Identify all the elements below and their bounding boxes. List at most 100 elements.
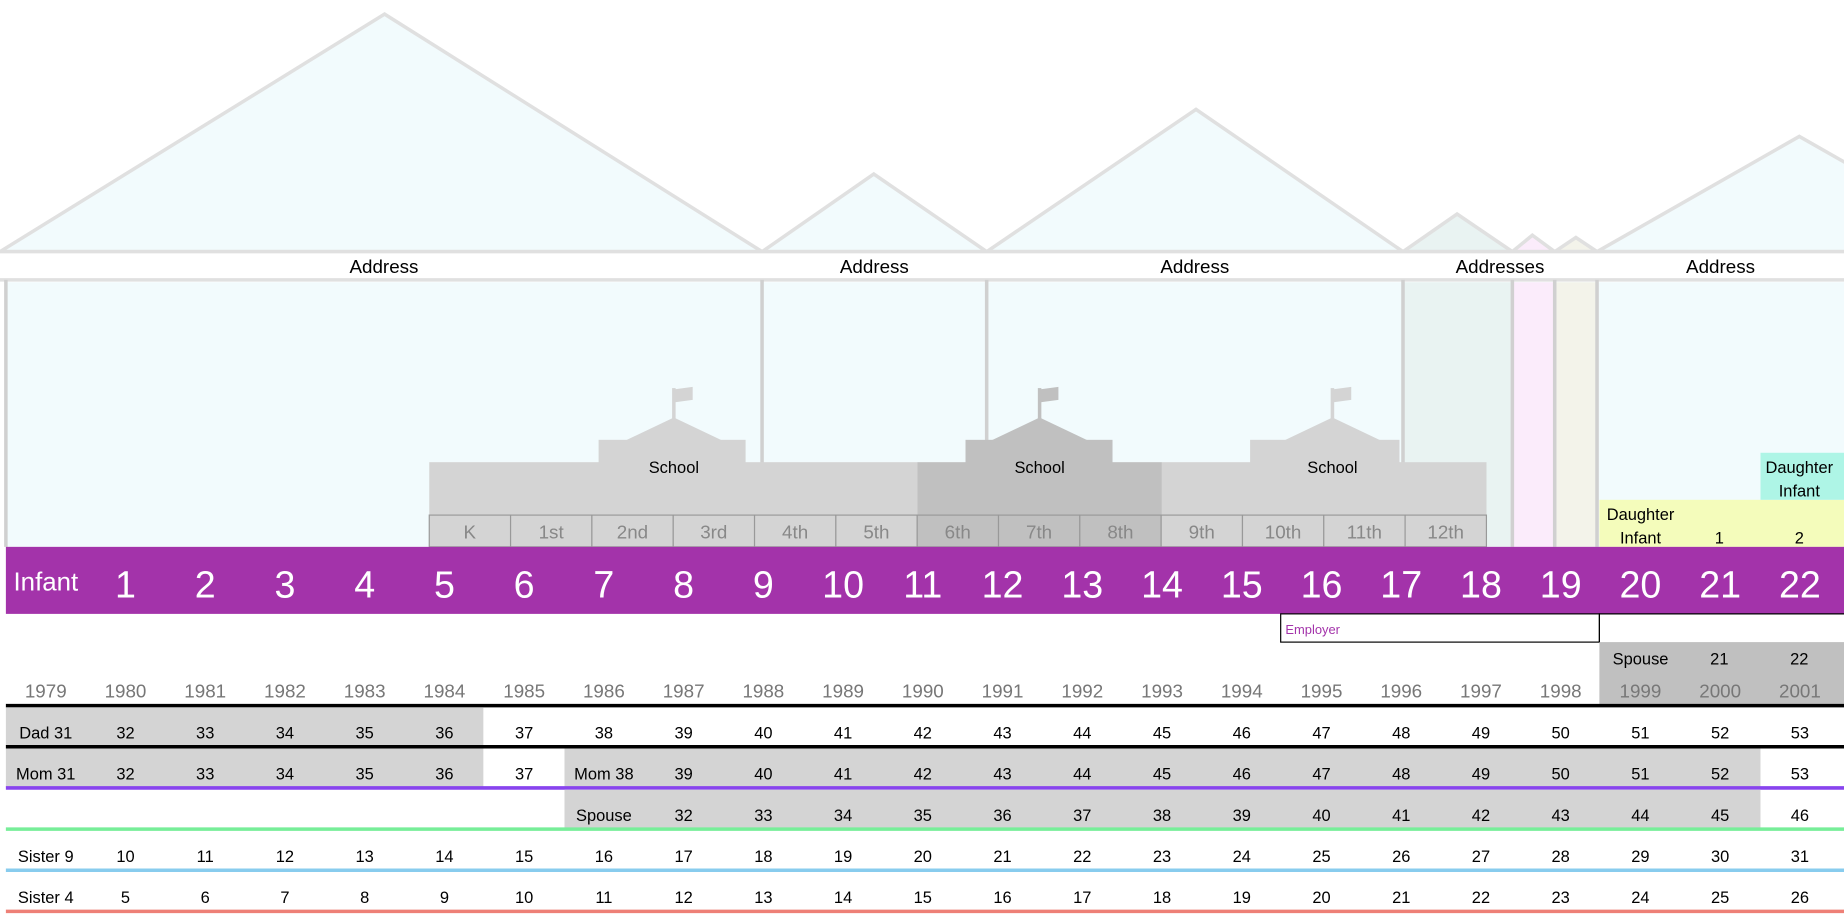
age-label: 3 [274, 563, 295, 605]
mom-age-cell: 50 [1552, 766, 1570, 784]
year-label: 1988 [742, 680, 784, 701]
sister-9-age-cell: 26 [1392, 848, 1410, 866]
sister-4-age-cell: 22 [1472, 889, 1490, 907]
mom-age-cell: 51 [1631, 766, 1649, 784]
age-label: 16 [1301, 563, 1343, 605]
sister-4-age-cell: 6 [201, 889, 210, 907]
mountain-roof [1397, 211, 1519, 254]
mom-age-cell: 48 [1392, 766, 1410, 784]
age-label: 19 [1540, 563, 1582, 605]
spouse-age-cell: 43 [1552, 807, 1570, 825]
dad-age-cell: 36 [435, 725, 453, 743]
grade-label: 12th [1427, 522, 1464, 543]
mom-age-cell: 52 [1711, 766, 1729, 784]
mom-age-cell: 37 [515, 766, 533, 784]
spouse-age-cell: 45 [1711, 807, 1729, 825]
spouse-age-cell: 46 [1791, 807, 1809, 825]
year-label: 1986 [583, 680, 625, 701]
age-label: 14 [1141, 563, 1183, 605]
grade-label: 7th [1026, 522, 1052, 543]
sister-4-age-cell: 7 [280, 889, 289, 907]
address-subpanel [1512, 282, 1555, 547]
mountain-roof [980, 107, 1409, 254]
address-subpanel [1554, 282, 1598, 547]
year-label: 1981 [184, 680, 226, 701]
dad-age-cell: 34 [276, 725, 294, 743]
dad-age-cell: 52 [1711, 725, 1729, 743]
daughter-1-label: Daughter [1607, 506, 1675, 524]
flag-icon [675, 386, 693, 403]
year-label: 1998 [1540, 680, 1582, 701]
spouse-age-cell: 35 [914, 807, 932, 825]
sister-9-age-cell: 27 [1472, 848, 1490, 866]
mountain-roof [1548, 235, 1603, 254]
dad-age-cell: 44 [1073, 725, 1091, 743]
sister-9-age-cell: 25 [1312, 848, 1330, 866]
dad-age-cell: 41 [834, 725, 852, 743]
age-label: Infant [14, 568, 79, 596]
spouse-age-cell: 40 [1312, 807, 1330, 825]
dad-age-cell: 43 [993, 725, 1011, 743]
dad-age-cell: 37 [515, 725, 533, 743]
sister-4-age-cell: 24 [1631, 889, 1649, 907]
year-label: 1982 [264, 680, 306, 701]
sister-9-age-cell: 29 [1631, 848, 1649, 866]
sister-4-age-cell: Sister 4 [18, 889, 74, 907]
address-label: Address [1686, 256, 1755, 277]
mom-age-cell: Mom 38 [574, 766, 633, 784]
daughter-1-age: Infant [1620, 529, 1662, 547]
sister-9-age-cell: 22 [1073, 848, 1091, 866]
sister-4-age-cell: 10 [515, 889, 533, 907]
flag-icon [1333, 386, 1352, 403]
mountain-roof [756, 171, 993, 254]
age-label: 1 [115, 563, 136, 605]
daughter-2-age: Infant [1779, 482, 1821, 500]
dad-age-cell: 39 [674, 725, 692, 743]
sister-9-age-cell: 12 [276, 848, 294, 866]
sister-9-age-cell: 15 [515, 848, 533, 866]
spouse-age-cell: 34 [834, 807, 852, 825]
age-label: 21 [1699, 563, 1741, 605]
age-label: 20 [1620, 563, 1662, 605]
age-label: 5 [434, 563, 455, 605]
dad-age-cell: 49 [1472, 725, 1490, 743]
sister-4-age-cell: 25 [1711, 889, 1729, 907]
address-bar [0, 251, 1844, 280]
sister-4-age-cell: 21 [1392, 889, 1410, 907]
grade-label: 8th [1107, 522, 1133, 543]
daughter-1-age: 2 [1795, 529, 1804, 547]
dad-age-cell: 38 [595, 725, 613, 743]
year-label: 1984 [424, 680, 466, 701]
sister-9-age-cell: 28 [1552, 848, 1570, 866]
age-label: 17 [1380, 563, 1422, 605]
grade-label: 9th [1189, 522, 1215, 543]
age-label: 18 [1460, 563, 1502, 605]
mom-age-cell: 46 [1233, 766, 1251, 784]
mom-age-cell: 49 [1472, 766, 1490, 784]
grade-label: 6th [945, 522, 971, 543]
dad-age-cell: 53 [1791, 725, 1809, 743]
mom-age-cell: 42 [914, 766, 932, 784]
sister-9-age-cell: 30 [1711, 848, 1729, 866]
school-label: School [1307, 459, 1357, 477]
sister-9-age-cell: 24 [1233, 848, 1251, 866]
sister-4-age-cell: 5 [121, 889, 130, 907]
mom-age-cell: 39 [674, 766, 692, 784]
sister-9-age-cell: 11 [197, 848, 214, 866]
mom-age-cell: 36 [435, 766, 453, 784]
dad-age-cell: Dad 31 [19, 725, 72, 743]
sister-9-age-cell: 19 [834, 848, 852, 866]
spouse-label: Spouse [1613, 650, 1669, 668]
school-label: School [1014, 459, 1064, 477]
year-label: 1994 [1221, 680, 1263, 701]
year-label: 1989 [822, 680, 864, 701]
sister-4-age-cell: 9 [440, 889, 449, 907]
grade-label: 3rd [700, 522, 727, 543]
year-label: 1991 [982, 680, 1024, 701]
spouse-age-cell: 39 [1233, 807, 1251, 825]
age-label: 13 [1061, 563, 1103, 605]
grade-label: 11th [1347, 522, 1382, 543]
address-label: Address [840, 256, 909, 277]
sister-4-age-cell: 17 [1073, 889, 1091, 907]
mountain-roof [1590, 134, 1844, 254]
